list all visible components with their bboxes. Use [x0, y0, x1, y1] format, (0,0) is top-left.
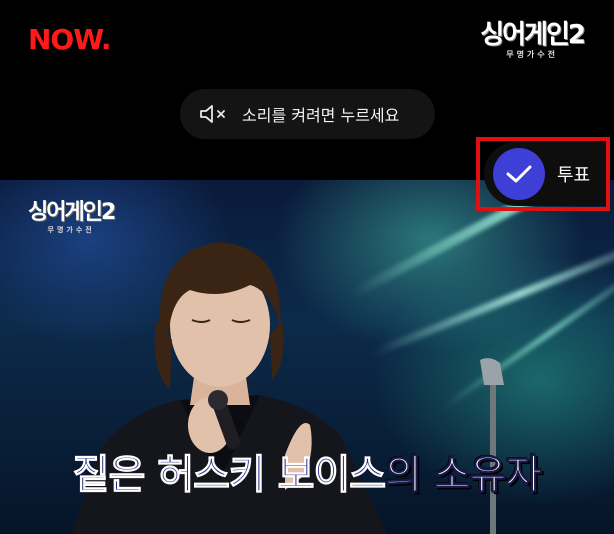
show-logo-title: 싱어게인2: [480, 20, 586, 50]
unmute-label: 소리를 켜려면 누르세요: [242, 106, 400, 125]
subtitle-highlight: 짙은 허스키 보이스: [72, 452, 386, 499]
speaker-muted-icon: [198, 102, 232, 126]
show-logo-subtitle: 무명가수전: [506, 50, 559, 59]
subtitle-text: 의 소유자: [385, 452, 543, 499]
show-logo: 싱어게인2 무명가수전: [480, 20, 586, 59]
live-player-screen: NOW. 싱어게인2 무명가수전 소리를 켜려면 누르세요 싱어게인2 무명가수…: [0, 0, 614, 534]
vote-highlight-box: [476, 137, 610, 211]
video-player[interactable]: 싱어게인2 무명가수전 짙은 허스키 보이스의 소유자: [0, 180, 614, 534]
now-logo: NOW.: [28, 23, 111, 56]
video-subtitle: 짙은 허스키 보이스의 소유자: [0, 442, 614, 500]
stage-light-beam: [441, 255, 614, 411]
unmute-button[interactable]: 소리를 켜려면 누르세요: [180, 89, 435, 139]
